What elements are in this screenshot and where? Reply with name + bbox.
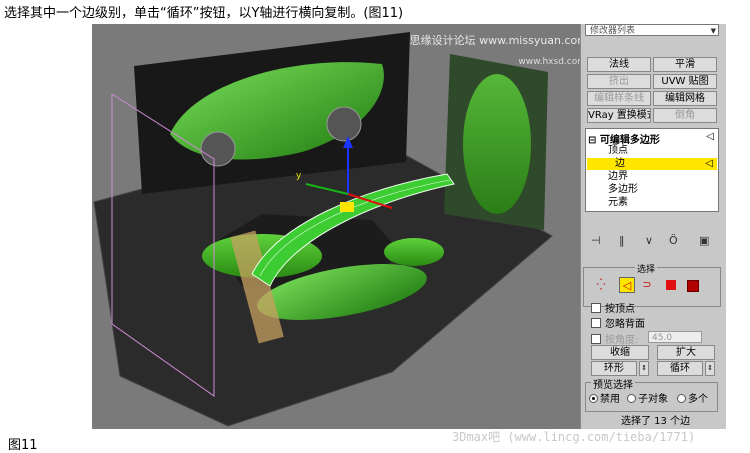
- border-mode-icon[interactable]: ⊃: [639, 277, 655, 293]
- by-vertex-label: 按顶点: [605, 304, 635, 315]
- element-mode-icon[interactable]: [685, 277, 701, 293]
- preview-off-label: 禁用: [600, 394, 620, 405]
- polygon-mode-icon[interactable]: [663, 277, 679, 293]
- remove-modifier-icon[interactable]: Ö: [669, 234, 678, 247]
- selection-rollout-title[interactable]: 选择: [635, 262, 658, 275]
- chamfer-button[interactable]: 倒角: [653, 108, 717, 123]
- modifier-list-dropdown[interactable]: 修改器列表 ▼: [585, 24, 719, 36]
- stack-item-edge-label: 边: [615, 158, 625, 169]
- viewport-watermark: 思缘设计论坛 www.missyuan.com: [409, 34, 580, 47]
- edge-icon: ◁: [705, 158, 713, 169]
- caption-bottom: 图11: [8, 438, 38, 453]
- chevron-down-icon: ▼: [710, 27, 716, 35]
- edit-mesh-button[interactable]: 编辑网格: [653, 91, 717, 106]
- stack-item-element[interactable]: 元素: [608, 197, 628, 209]
- viewport-watermark-small: www.hxsd.com: [518, 57, 580, 67]
- loop-button[interactable]: 循环: [657, 361, 703, 376]
- viewport-scene: y: [93, 32, 553, 427]
- grow-button[interactable]: 扩大: [657, 345, 715, 360]
- preview-off-radio[interactable]: 禁用: [589, 390, 620, 405]
- stack-root-editable-poly[interactable]: ⊟ 可编辑多边形: [588, 131, 660, 146]
- show-end-result-icon[interactable]: ‖: [619, 234, 625, 247]
- ignore-backfacing-label: 忽略背面: [605, 319, 645, 330]
- stack-item-edge[interactable]: 边 ◁: [587, 158, 717, 170]
- modifier-stack: ⊟ 可编辑多边形 ◁ 顶点 边 ◁ 边界 多边形 元素: [585, 128, 719, 212]
- command-panel: 修改器列表 ▼ 法线 平滑 挤出 UVW 贴图 编辑样条线 编辑网格 VRay …: [580, 24, 726, 429]
- by-vertex-checkbox[interactable]: 按顶点: [591, 300, 635, 315]
- preview-selection-title: 预览选择: [591, 376, 635, 391]
- loop-spinner[interactable]: ⇕: [705, 361, 715, 376]
- preview-multi-label: 多个: [688, 394, 708, 405]
- axis-label-y: y: [296, 171, 302, 181]
- uvw-map-button[interactable]: UVW 贴图: [653, 74, 717, 89]
- collapse-icon[interactable]: ⊟: [588, 135, 596, 146]
- edge-mode-icon[interactable]: ◁: [619, 277, 635, 293]
- preview-subobject-label: 子对象: [638, 394, 668, 405]
- vertex-mode-icon[interactable]: ⁛: [593, 277, 609, 293]
- pin-stack-icon[interactable]: ⊣: [591, 234, 601, 247]
- stack-toolbar: ⊣ ‖ ∨ Ö ▣: [585, 234, 719, 248]
- extrude-button[interactable]: 挤出: [587, 74, 651, 89]
- stack-item-border[interactable]: 边界: [608, 171, 628, 183]
- angle-spinner[interactable]: 45.0: [648, 331, 702, 343]
- smooth-button[interactable]: 平滑: [653, 57, 717, 72]
- preview-multi-radio[interactable]: 多个: [677, 390, 708, 405]
- edge-level-icon: ◁: [706, 131, 714, 142]
- ignore-backfacing-checkbox[interactable]: 忽略背面: [591, 315, 645, 330]
- configure-sets-icon[interactable]: ▣: [699, 234, 709, 247]
- edit-spline-button[interactable]: 编辑样条线: [587, 91, 651, 106]
- modifier-list-value: 修改器列表: [590, 26, 636, 36]
- ring-button[interactable]: 环形: [591, 361, 637, 376]
- vray-displace-button[interactable]: VRay 置换模式: [587, 108, 651, 123]
- preview-subobject-radio[interactable]: 子对象: [627, 390, 668, 405]
- selection-status: 选择了 13 个边: [621, 416, 691, 427]
- stack-item-vertex[interactable]: 顶点: [608, 145, 628, 157]
- make-unique-icon[interactable]: ∨: [645, 234, 653, 247]
- normal-button[interactable]: 法线: [587, 57, 651, 72]
- ring-spinner[interactable]: ⇕: [639, 361, 649, 376]
- shrink-button[interactable]: 收缩: [591, 345, 649, 360]
- caption-top: 选择其中一个边级别，单击“循环”按钮，以Y轴进行横向复制。(图11): [4, 6, 404, 21]
- viewport-perspective[interactable]: y 思缘设计论坛 www.missyuan.com www.hxsd.com: [92, 24, 580, 429]
- stack-item-polygon[interactable]: 多边形: [608, 184, 638, 196]
- by-angle-checkbox[interactable]: 按角度:: [591, 331, 638, 346]
- watermark-bottom: 3Dmax吧 (www.lincg.com/tieba/1771): [452, 430, 696, 444]
